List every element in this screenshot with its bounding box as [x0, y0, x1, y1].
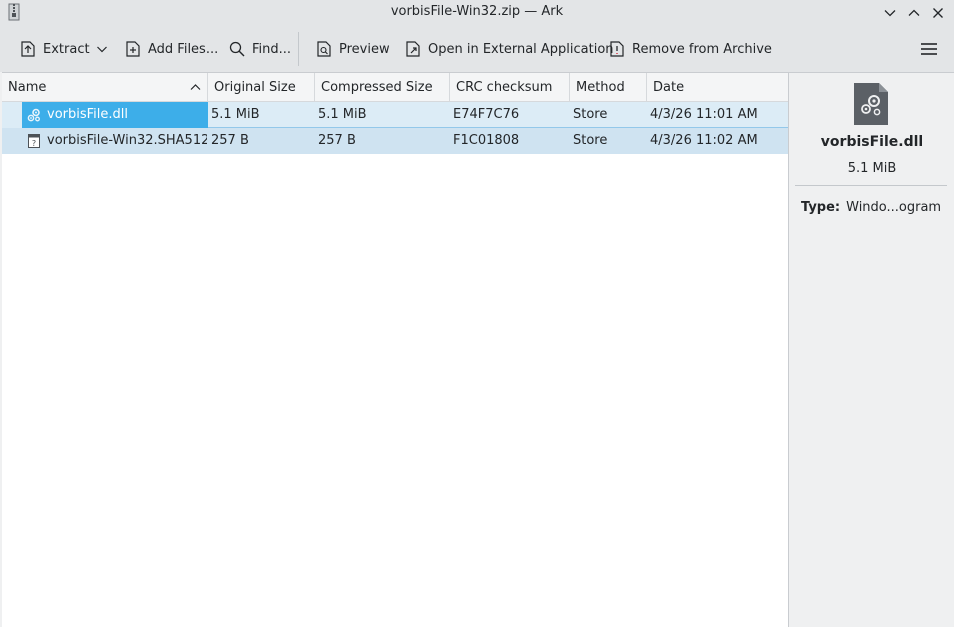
main-toolbar: Extract Add Files... Find... Preview Ope…	[0, 26, 954, 72]
find-button[interactable]: Find...	[224, 36, 295, 62]
extract-menu-dropdown[interactable]	[92, 36, 112, 62]
toolbar-separator	[298, 32, 299, 66]
file-original-size: 5.1 MiB	[211, 107, 260, 122]
close-icon	[933, 8, 943, 18]
file-date: 4/3/26 11:02 AM	[650, 133, 758, 148]
list-header: Name Original Size Compressed Size CRC c…	[2, 73, 788, 102]
column-header-crc[interactable]: CRC checksum	[450, 73, 570, 102]
column-header-method[interactable]: Method	[570, 73, 647, 102]
file-compressed-size: 5.1 MiB	[318, 107, 367, 122]
table-row[interactable]: ? vorbisFile-Win32.SHA512 257 B 257 B F1…	[2, 128, 788, 154]
info-type-label: Type:	[801, 200, 841, 215]
remove-from-archive-button[interactable]: Remove from Archive	[604, 36, 776, 62]
ark-window: vorbisFile-Win32.zip — Ark Extract Add F…	[0, 0, 954, 627]
hamburger-icon	[921, 43, 937, 55]
preview-icon	[317, 41, 331, 57]
remove-label: Remove from Archive	[632, 41, 772, 57]
unknown-file-icon: ?	[28, 134, 40, 148]
preview-label: Preview	[339, 41, 390, 57]
file-compressed-size: 257 B	[318, 133, 356, 148]
table-row[interactable]: vorbisFile.dll 5.1 MiB 5.1 MiB E74F7C76 …	[2, 102, 788, 128]
archive-file-list[interactable]: Name Original Size Compressed Size CRC c…	[2, 72, 788, 627]
column-header-original-size[interactable]: Original Size	[208, 73, 315, 102]
extract-button[interactable]: Extract	[15, 36, 94, 62]
file-original-size: 257 B	[211, 133, 249, 148]
file-method: Store	[573, 107, 608, 122]
info-separator	[795, 185, 947, 186]
maximize-button[interactable]	[904, 3, 924, 23]
column-header-name[interactable]: Name	[2, 73, 208, 102]
file-date: 4/3/26 11:01 AM	[650, 107, 758, 122]
dll-gear-icon	[27, 108, 40, 122]
add-file-icon	[126, 41, 140, 57]
file-crc: F1C01808	[453, 133, 520, 148]
close-button[interactable]	[928, 3, 948, 23]
column-header-date[interactable]: Date	[647, 73, 788, 102]
window-title: vorbisFile-Win32.zip — Ark	[390, 4, 564, 19]
search-icon	[229, 41, 245, 57]
open-external-label: Open in External Application	[428, 41, 614, 57]
info-panel: vorbisFile.dll 5.1 MiB Type: Windo...ogra…	[788, 72, 954, 627]
info-type-value: Windo...ogram	[846, 200, 942, 215]
info-file-name: vorbisFile.dll	[820, 134, 924, 150]
hamburger-menu-button[interactable]	[916, 36, 942, 62]
remove-file-icon	[610, 41, 624, 57]
svg-text:?: ?	[32, 139, 36, 148]
info-file-size: 5.1 MiB	[847, 161, 897, 176]
column-header-compressed-size[interactable]: Compressed Size	[315, 73, 450, 102]
title-bar: vorbisFile-Win32.zip — Ark	[0, 0, 954, 26]
open-external-button[interactable]: Open in External Application	[400, 36, 618, 62]
find-label: Find...	[252, 41, 292, 57]
info-file-type: Type: Windo...ogram	[801, 200, 941, 215]
minimize-button[interactable]	[880, 3, 900, 23]
file-name: vorbisFile.dll	[47, 107, 128, 122]
chevron-up-icon	[908, 9, 920, 16]
preview-button[interactable]: Preview	[311, 36, 394, 62]
chevron-down-icon	[97, 46, 107, 53]
extract-label: Extract	[43, 41, 90, 57]
dll-file-icon	[854, 83, 888, 125]
sort-ascending-icon	[190, 84, 201, 90]
extract-icon	[21, 41, 35, 57]
file-name: vorbisFile-Win32.SHA512	[47, 133, 207, 148]
add-files-label: Add Files...	[148, 41, 219, 57]
add-files-button[interactable]: Add Files...	[120, 36, 222, 62]
file-crc: E74F7C76	[453, 107, 520, 122]
chevron-down-icon	[884, 10, 896, 17]
file-method: Store	[573, 133, 608, 148]
open-external-icon	[406, 41, 420, 57]
